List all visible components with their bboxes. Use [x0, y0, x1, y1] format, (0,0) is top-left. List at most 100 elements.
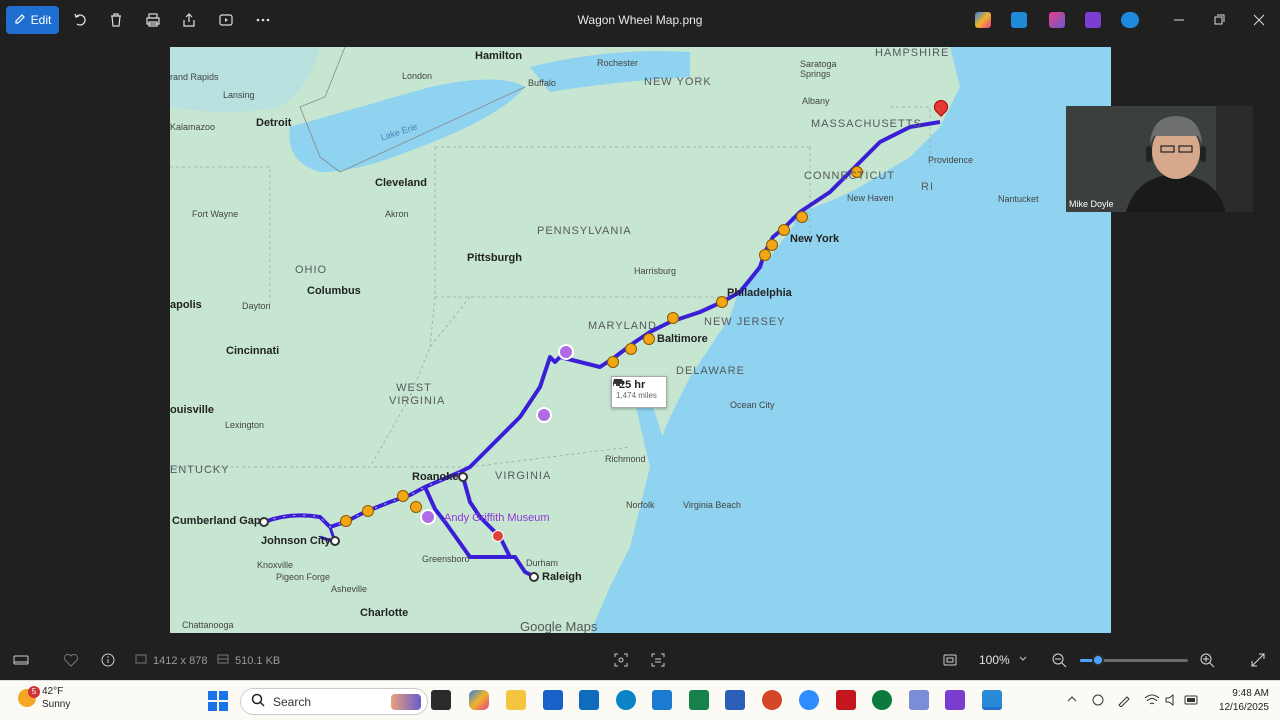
state-label: PENNSYLVANIA — [537, 225, 632, 237]
sun-icon: 5 — [18, 686, 40, 707]
storage-icon — [217, 653, 229, 668]
share-icon[interactable] — [179, 10, 199, 30]
tray-chevron-icon[interactable] — [1066, 693, 1078, 708]
map-attribution: Google Maps — [520, 619, 598, 633]
weather-desc: Sunny — [42, 699, 71, 710]
webcam-overlay: Mike Doyle — [1066, 106, 1253, 212]
zoom-dropdown[interactable]: 100% — [971, 648, 1039, 672]
system-clock[interactable]: 9:48 AM 12/16/2025 — [1205, 687, 1269, 715]
taskbar: 5 42°F Sunny Search 9:48 AM 12/16/2025 — [0, 680, 1280, 720]
windows-start-icon[interactable] — [208, 691, 228, 716]
clipchamp-icon[interactable] — [945, 690, 965, 710]
onedrive-icon[interactable] — [1121, 12, 1139, 28]
notepad-icon[interactable] — [652, 690, 672, 710]
fit-to-window-icon[interactable] — [942, 652, 958, 673]
city-label: Richmond — [605, 454, 646, 464]
zoom-slider[interactable] — [1080, 654, 1188, 666]
excel-icon[interactable] — [689, 690, 709, 710]
city-label: rand Rapids — [170, 72, 219, 82]
waypoint-marker[interactable] — [330, 536, 340, 546]
taskbar-search[interactable]: Search — [240, 688, 428, 715]
city-label: Hamilton — [475, 50, 523, 62]
filmstrip-icon[interactable] — [13, 652, 29, 673]
zoom-out-icon[interactable] — [1051, 652, 1067, 673]
city-label: Raleigh — [542, 571, 582, 583]
clipchamp-icon[interactable] — [1085, 12, 1101, 28]
state-label: ENTUCKY — [170, 464, 230, 476]
poi-marker-icon[interactable] — [536, 407, 552, 423]
acrobat-icon[interactable] — [836, 690, 856, 710]
poi-label[interactable]: Andy Griffith Museum — [444, 512, 550, 524]
info-icon[interactable] — [100, 652, 116, 673]
city-label: London — [402, 71, 433, 81]
scan-icon[interactable] — [613, 652, 629, 673]
city-label: Baltimore — [657, 333, 708, 345]
state-label: NEW JERSEY — [704, 316, 786, 328]
photos-icon[interactable] — [982, 690, 1002, 710]
city-label: Saratoga Springs — [800, 59, 837, 79]
dimensions-text: 1412 x 878 — [153, 654, 208, 667]
city-label: Rochester — [597, 58, 639, 68]
volume-icon[interactable] — [1164, 693, 1178, 710]
state-label: VIRGINIA — [495, 470, 552, 482]
city-label: Durham — [526, 558, 559, 568]
battery-icon[interactable] — [1184, 693, 1200, 710]
zoom-app-icon[interactable] — [799, 690, 819, 710]
rotate-icon[interactable] — [70, 10, 90, 30]
zoom-in-icon[interactable] — [1199, 652, 1215, 673]
waypoint-marker[interactable] — [259, 517, 269, 527]
delete-icon[interactable] — [106, 10, 126, 30]
city-label: Nantucket — [998, 194, 1039, 204]
designer-icon[interactable] — [1011, 12, 1027, 28]
waypoint-marker[interactable] — [458, 472, 468, 482]
task-view-icon[interactable] — [431, 690, 451, 710]
state-label: DELAWARE — [676, 365, 745, 377]
meet-now-icon[interactable] — [1091, 693, 1105, 710]
waypoint-marker[interactable] — [529, 572, 539, 582]
city-label: Cincinnati — [226, 345, 280, 357]
minimize-icon[interactable] — [1169, 10, 1189, 30]
text-recognition-icon[interactable] — [650, 652, 666, 673]
route-info-card[interactable]: 25 hr 1,474 miles — [611, 376, 667, 408]
word-icon[interactable] — [725, 690, 745, 710]
city-label: Akron — [385, 209, 409, 219]
city-label: Pigeon Forge — [276, 572, 331, 582]
city-label: Cumberland Gap — [172, 515, 261, 527]
weather-widget[interactable]: 5 42°F Sunny — [18, 685, 70, 711]
green-app-icon[interactable] — [872, 690, 892, 710]
copilot-icon[interactable] — [975, 12, 991, 28]
store-icon[interactable] — [543, 690, 563, 710]
search-label: Search — [273, 694, 312, 709]
powerpoint-icon[interactable] — [762, 690, 782, 710]
state-label: CONNECTICUT — [804, 170, 896, 182]
city-label: Roanoke — [412, 471, 459, 483]
traffic-icon — [778, 224, 790, 236]
slideshow-icon[interactable] — [216, 10, 236, 30]
city-label: Lansing — [223, 90, 255, 100]
poi-marker-icon[interactable] — [420, 509, 436, 525]
poi-marker-icon[interactable] — [558, 344, 574, 360]
create-icon[interactable] — [1049, 12, 1065, 28]
image-dimensions: 1412 x 878 — [135, 653, 207, 668]
outlook-icon[interactable] — [579, 690, 599, 710]
weather-badge: 5 — [28, 686, 40, 698]
file-explorer-icon[interactable] — [506, 690, 526, 710]
edge-icon[interactable] — [616, 690, 636, 710]
snipping-tool-icon[interactable] — [909, 690, 929, 710]
traffic-icon — [667, 312, 679, 324]
close-icon[interactable] — [1249, 10, 1269, 30]
wifi-icon[interactable] — [1144, 693, 1160, 710]
map-image[interactable]: HAMPSHIRE NEW YORK MASSACHUSETTS CONNECT… — [170, 47, 1111, 633]
pen-icon[interactable] — [1117, 693, 1131, 710]
more-icon[interactable] — [253, 10, 273, 30]
copilot-icon[interactable] — [469, 690, 489, 710]
maximize-icon[interactable] — [1209, 10, 1229, 30]
city-label: Dayton — [242, 301, 271, 311]
print-icon[interactable] — [143, 10, 163, 30]
city-label: Pittsburgh — [467, 252, 522, 264]
favorite-icon[interactable] — [63, 652, 79, 673]
fullscreen-icon[interactable] — [1250, 652, 1266, 673]
edit-button[interactable]: Edit — [6, 6, 59, 34]
city-label: Columbus — [307, 285, 361, 297]
edit-label: Edit — [30, 13, 52, 27]
